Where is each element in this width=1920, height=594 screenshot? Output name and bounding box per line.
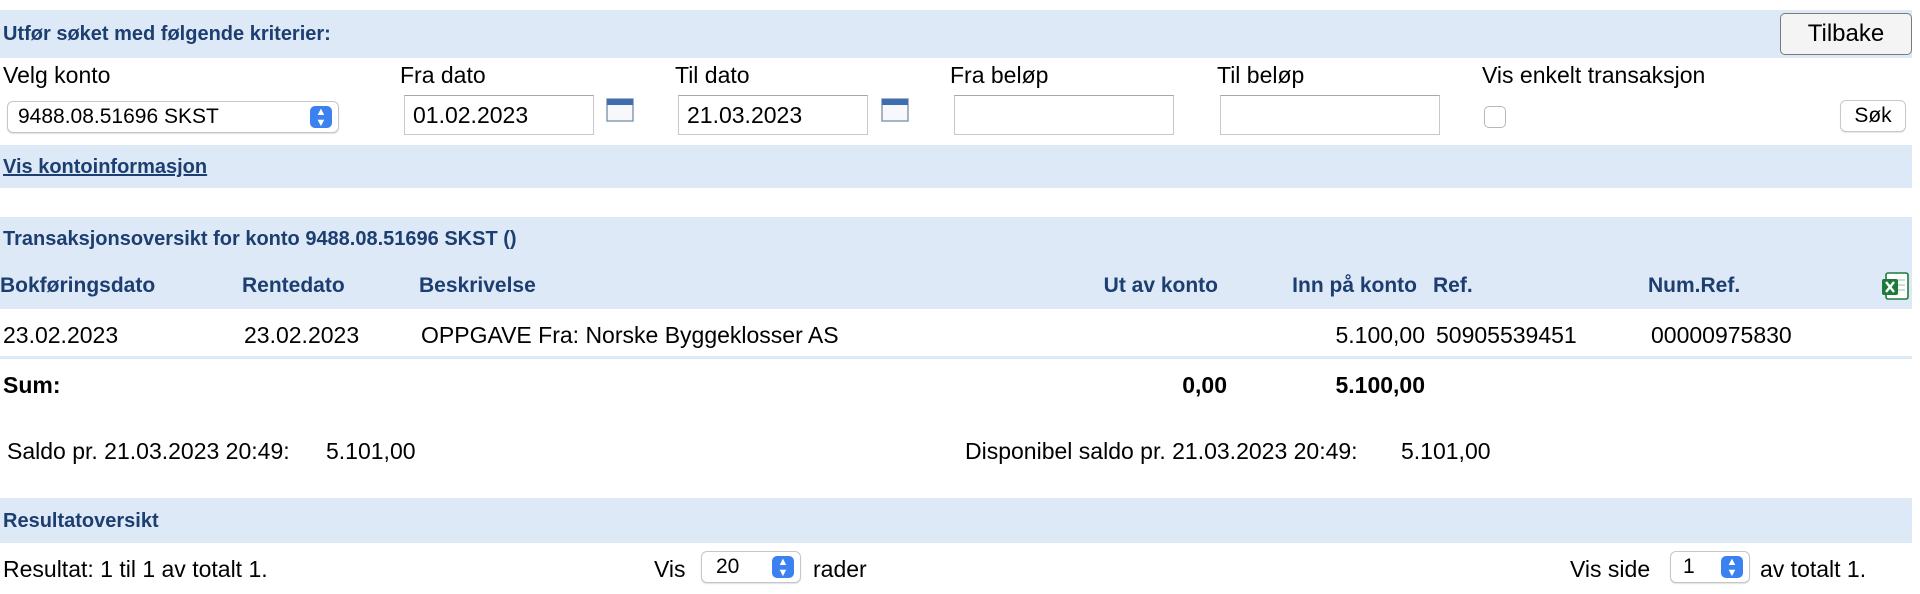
column-description: Beskrivelse bbox=[419, 274, 536, 297]
single-transaction-checkbox[interactable] bbox=[1484, 106, 1506, 128]
back-button[interactable]: Tilbake bbox=[1780, 13, 1912, 55]
to-amount-label: Til beløp bbox=[1217, 62, 1305, 88]
rows-per-page-select[interactable]: 20 ▲ ▼ bbox=[701, 551, 801, 583]
transactions-title: Transaksjonsoversikt for konto 9488.08.5… bbox=[3, 228, 517, 250]
column-booking-date: Bokføringsdato bbox=[0, 274, 156, 297]
row-booking-date: 23.02.2023 bbox=[3, 322, 119, 348]
page-select-value: 1 bbox=[1683, 555, 1695, 578]
column-ref: Ref. bbox=[1433, 274, 1473, 297]
account-select[interactable]: 9488.08.51696 SKST ▲ ▼ bbox=[7, 101, 339, 133]
row-interest-date: 23.02.2023 bbox=[244, 322, 360, 348]
from-amount-label: Fra beløp bbox=[950, 62, 1049, 88]
calendar-icon[interactable] bbox=[881, 98, 909, 122]
search-criteria-title: Utfør søket med følgende kriterier: bbox=[3, 23, 331, 45]
available-balance-label: Disponibel saldo pr. 21.03.2023 20:49: bbox=[965, 438, 1358, 464]
results-header bbox=[0, 498, 1912, 543]
search-button[interactable]: Søk bbox=[1840, 100, 1906, 132]
row-divider bbox=[0, 356, 1912, 359]
results-title: Resultatoversikt bbox=[3, 510, 159, 532]
sum-label: Sum: bbox=[3, 372, 61, 398]
page-total: av totalt 1. bbox=[1760, 556, 1867, 582]
rows-per-page-suffix: rader bbox=[813, 556, 867, 582]
column-interest-date: Rentedato bbox=[242, 274, 345, 297]
saldo-label: Saldo pr. 21.03.2023 20:49: bbox=[7, 438, 290, 464]
page-label: Vis side bbox=[1570, 556, 1651, 582]
rows-per-page-label: Vis bbox=[654, 556, 686, 582]
calendar-icon[interactable] bbox=[606, 98, 634, 122]
from-amount-input[interactable] bbox=[954, 95, 1174, 135]
results-summary: Resultat: 1 til 1 av totalt 1. bbox=[3, 556, 268, 582]
row-num-ref: 00000975830 bbox=[1651, 322, 1792, 348]
saldo-value: 5.101,00 bbox=[326, 438, 416, 464]
sum-out: 0,00 bbox=[1182, 372, 1227, 398]
rows-per-page-value: 20 bbox=[716, 555, 740, 578]
excel-export-icon[interactable] bbox=[1880, 271, 1910, 301]
to-date-label: Til dato bbox=[675, 62, 750, 88]
from-date-label: Fra dato bbox=[400, 62, 486, 88]
row-in: 5.100,00 bbox=[1335, 322, 1425, 348]
page-select[interactable]: 1 ▲ ▼ bbox=[1670, 551, 1750, 583]
account-info-link[interactable]: Vis kontoinformasjon bbox=[3, 156, 207, 179]
available-balance-value: 5.101,00 bbox=[1401, 438, 1491, 464]
sum-in: 5.100,00 bbox=[1335, 372, 1425, 398]
account-label: Velg konto bbox=[3, 62, 111, 88]
account-info-bar bbox=[0, 145, 1912, 188]
from-date-input[interactable]: 01.02.2023 bbox=[404, 95, 594, 135]
column-in: Inn på konto bbox=[1292, 274, 1417, 297]
column-num-ref: Num.Ref. bbox=[1648, 274, 1741, 297]
single-transaction-label: Vis enkelt transaksjon bbox=[1482, 62, 1706, 88]
chevron-up-down-icon: ▲ ▼ bbox=[1721, 556, 1743, 579]
chevron-up-down-icon: ▲ ▼ bbox=[310, 106, 332, 129]
to-date-input[interactable]: 21.03.2023 bbox=[678, 95, 868, 135]
chevron-up-down-icon: ▲ ▼ bbox=[772, 556, 794, 579]
column-out: Ut av konto bbox=[1103, 274, 1218, 297]
to-amount-input[interactable] bbox=[1220, 95, 1440, 135]
row-ref: 50905539451 bbox=[1436, 322, 1577, 348]
row-description: OPPGAVE Fra: Norske Byggeklosser AS bbox=[421, 322, 839, 348]
account-select-value: 9488.08.51696 SKST bbox=[18, 105, 219, 128]
